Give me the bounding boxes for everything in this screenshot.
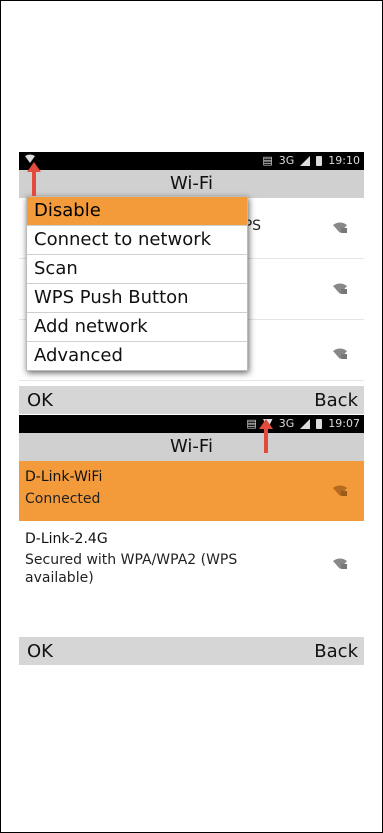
menu-item-advanced[interactable]: Advanced	[27, 342, 247, 370]
battery-icon	[316, 418, 323, 429]
ok-softkey[interactable]: OK	[27, 390, 53, 411]
wifi-menu-screen: ▤ 3G 19:10 Wi-Fi /PS Disable Connect to	[19, 152, 364, 414]
red-arrow-annotation	[259, 419, 273, 457]
wifi-lock-icon	[332, 283, 348, 295]
back-softkey[interactable]: Back	[314, 390, 358, 411]
cell-signal-icon	[300, 418, 311, 429]
cell-signal-icon	[300, 155, 311, 166]
battery-icon	[316, 155, 323, 166]
page-title: Wi-Fi	[19, 170, 364, 198]
ok-softkey[interactable]: OK	[27, 641, 53, 662]
clock: 19:10	[328, 154, 360, 167]
options-menu: Disable Connect to network Scan WPS Push…	[26, 196, 248, 371]
softkey-bar: OK Back	[19, 386, 364, 414]
sim-icon: ▤	[262, 154, 273, 167]
network-type: 3G	[278, 154, 295, 167]
red-arrow-annotation	[27, 162, 41, 200]
menu-item-scan[interactable]: Scan	[27, 255, 247, 284]
status-bar: ▤ 3G 19:10	[19, 152, 364, 170]
wifi-lock-icon	[332, 558, 348, 570]
page-title: Wi-Fi	[19, 433, 364, 461]
clock: 19:07	[328, 417, 360, 430]
menu-item-connect-to-network[interactable]: Connect to network	[27, 226, 247, 255]
status-bar: ▤ 3G 19:07	[19, 415, 364, 433]
menu-item-wps-push-button[interactable]: WPS Push Button	[27, 284, 247, 313]
menu-item-disable[interactable]: Disable	[27, 197, 247, 226]
wifi-lock-icon	[332, 348, 348, 360]
network-item[interactable]: D-Link-2.4G Secured with WPA/WPA2 (WPS a…	[19, 522, 364, 612]
network-list: D-Link-WiFi Connected D-Link-2.4G Secure…	[19, 461, 364, 612]
network-status: Secured with WPA/WPA2 (WPS available)	[25, 552, 238, 586]
back-softkey[interactable]: Back	[314, 641, 358, 662]
network-status: Connected	[25, 491, 101, 507]
wifi-networks-screen: ▤ 3G 19:07 Wi-Fi D-Link-WiFi Connected D…	[19, 415, 364, 669]
network-ssid: D-Link-2.4G	[25, 531, 108, 547]
network-ssid: D-Link-WiFi	[25, 469, 103, 485]
menu-item-add-network[interactable]: Add network	[27, 313, 247, 342]
network-type: 3G	[278, 417, 295, 430]
sim-icon: ▤	[246, 417, 257, 430]
softkey-bar: OK Back	[19, 637, 364, 665]
wifi-lock-icon	[332, 222, 348, 234]
wifi-lock-icon	[332, 485, 348, 497]
network-item-connected[interactable]: D-Link-WiFi Connected	[19, 461, 364, 522]
